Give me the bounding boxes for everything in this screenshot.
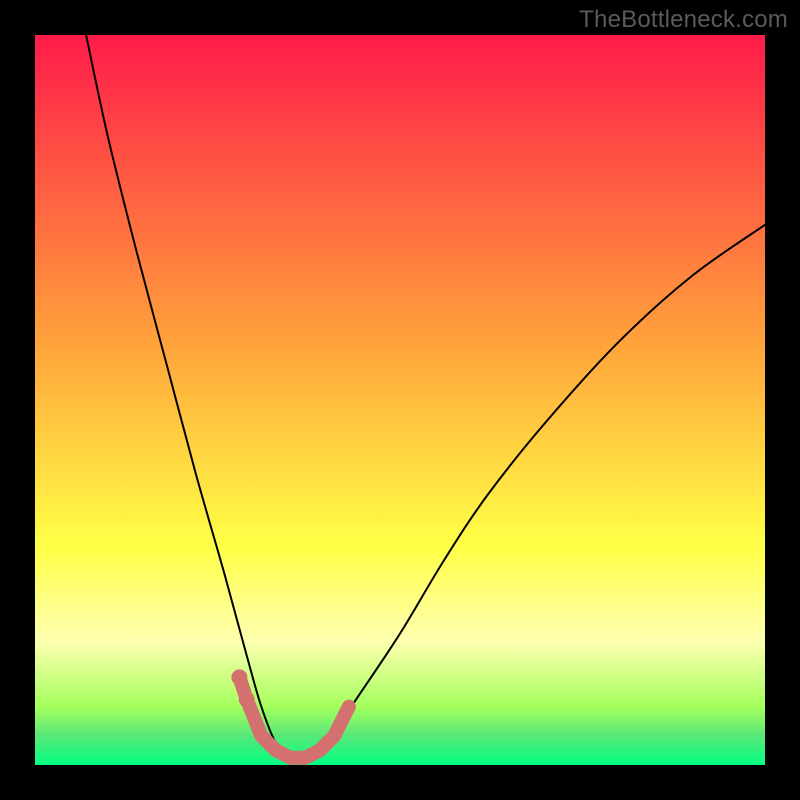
plot-area: [35, 35, 765, 765]
chart-svg: [35, 35, 765, 765]
gradient-background: [35, 35, 765, 765]
marker-dot: [231, 669, 247, 685]
marker-dot: [239, 691, 255, 707]
chart-frame: TheBottleneck.com: [0, 0, 800, 800]
watermark-text: TheBottleneck.com: [579, 6, 788, 34]
